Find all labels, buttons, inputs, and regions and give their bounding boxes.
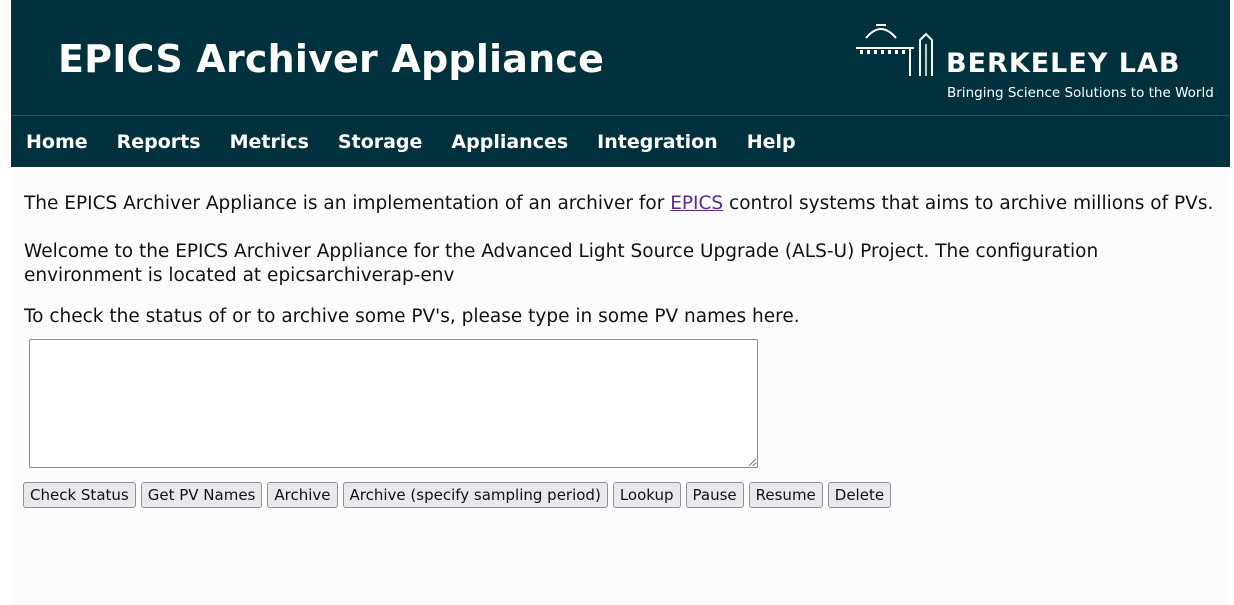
app-title: EPICS Archiver Appliance — [58, 37, 605, 81]
logo-name: BERKELEY LAB — [946, 48, 1181, 79]
nav-item-integration[interactable]: Integration — [582, 116, 732, 168]
nav-item-storage[interactable]: Storage — [323, 116, 437, 168]
logo-tagline: Bringing Science Solutions to the World — [947, 85, 1214, 101]
instructions-paragraph: To check the status of or to archive som… — [24, 306, 800, 327]
pause-button[interactable]: Pause — [685, 482, 744, 508]
page-frame: EPICS Archiver Appliance BERKELEY LAB Br… — [11, 0, 1230, 605]
nav-item-help[interactable]: Help — [732, 116, 810, 168]
archive-specify-sampling-button[interactable]: Archive (specify sampling period) — [342, 482, 608, 508]
header-banner: EPICS Archiver Appliance BERKELEY LAB Br… — [11, 0, 1230, 115]
main-nav: Home Reports Metrics Storage Appliances … — [11, 115, 1230, 167]
delete-button[interactable]: Delete — [827, 482, 892, 508]
lookup-button[interactable]: Lookup — [612, 482, 681, 508]
archive-button[interactable]: Archive — [267, 482, 338, 508]
get-pv-names-button[interactable]: Get PV Names — [140, 482, 263, 508]
pv-names-input[interactable] — [29, 339, 758, 468]
resume-button[interactable]: Resume — [748, 482, 823, 508]
lab-building-icon — [856, 24, 933, 76]
check-status-button[interactable]: Check Status — [23, 482, 136, 508]
epics-link[interactable]: EPICS — [670, 193, 723, 214]
nav-item-reports[interactable]: Reports — [102, 116, 215, 168]
nav-item-appliances[interactable]: Appliances — [436, 116, 582, 168]
intro-text-before: The EPICS Archiver Appliance is an imple… — [24, 193, 671, 214]
nav-item-metrics[interactable]: Metrics — [215, 116, 323, 168]
berkeley-lab-logo[interactable]: BERKELEY LAB Bringing Science Solutions … — [854, 20, 1214, 110]
intro-paragraph: The EPICS Archiver Appliance is an imple… — [24, 192, 1213, 216]
intro-text-after: control systems that aims to archive mil… — [723, 193, 1214, 214]
nav-item-home[interactable]: Home — [11, 116, 102, 168]
welcome-paragraph: Welcome to the EPICS Archiver Appliance … — [24, 241, 1099, 286]
action-buttons: Check Status Get PV Names Archive Archiv… — [23, 482, 892, 508]
